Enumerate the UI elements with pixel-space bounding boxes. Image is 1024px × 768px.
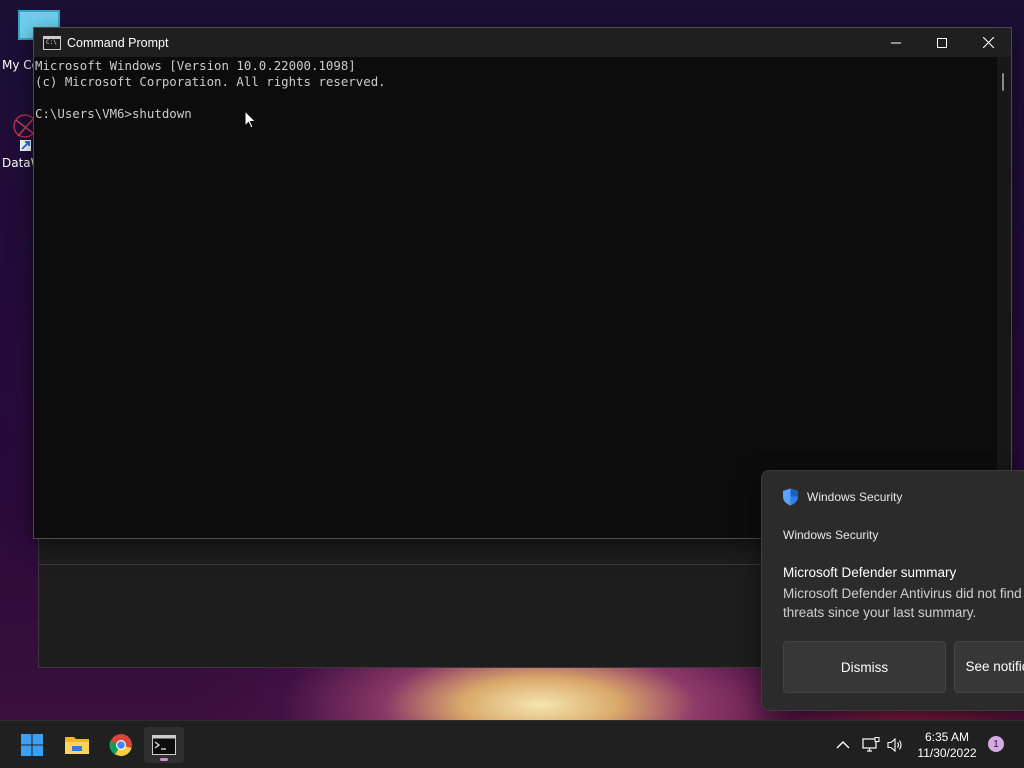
close-icon (982, 37, 994, 48)
network-button[interactable] (860, 721, 882, 768)
taskbar-command-prompt[interactable] (144, 727, 184, 763)
dismiss-button[interactable]: Dismiss (783, 641, 946, 693)
start-icon (21, 734, 43, 756)
minimize-icon (891, 42, 901, 43)
command-prompt-icon (152, 735, 176, 755)
volume-icon (887, 737, 902, 753)
command-prompt-window[interactable]: C:\ Command Prompt Microsoft Windows [Ve… (33, 27, 1012, 539)
taskbar-chrome[interactable] (101, 727, 141, 763)
console-output[interactable]: Microsoft Windows [Version 10.0.22000.10… (34, 57, 997, 538)
clock[interactable]: 6:35 AM 11/30/2022 (914, 729, 980, 761)
toast-message: Microsoft Defender Antivirus did not fin… (783, 586, 1022, 620)
title-bar[interactable]: C:\ Command Prompt (34, 28, 1011, 57)
network-icon (862, 737, 880, 752)
notification-count-badge[interactable]: 1 (988, 736, 1004, 752)
running-indicator (160, 758, 168, 761)
close-button[interactable] (965, 28, 1011, 57)
vertical-scrollbar[interactable] (997, 57, 1011, 538)
command-prompt-app-icon: C:\ (43, 35, 61, 50)
taskbar: 6:35 AM 11/30/2022 (0, 720, 1024, 768)
maximize-button[interactable] (919, 28, 965, 57)
start-button[interactable] (12, 727, 52, 763)
minimize-button[interactable] (873, 28, 919, 57)
notification-toast[interactable]: Windows Security Windows Security Micros… (761, 470, 1024, 711)
taskbar-file-explorer[interactable] (57, 727, 97, 763)
background-window (38, 535, 780, 668)
see-notifications-button[interactable]: See notifications (954, 641, 1024, 693)
chevron-up-icon (836, 741, 850, 749)
mouse-cursor-icon (244, 110, 257, 129)
console-line: (c) Microsoft Corporation. All rights re… (35, 74, 386, 89)
maximize-icon (937, 37, 947, 48)
toast-title: Microsoft Defender summary (783, 565, 957, 580)
shield-icon (783, 488, 798, 506)
show-hidden-icons-button[interactable] (832, 721, 854, 768)
window-title: Command Prompt (67, 35, 169, 50)
scrollbar-thumb[interactable] (1002, 73, 1004, 91)
console-line: Microsoft Windows [Version 10.0.22000.10… (35, 58, 356, 73)
console-prompt-line: C:\Users\VM6>shutdown (35, 106, 192, 121)
toast-header: Windows Security (782, 488, 902, 506)
clock-date: 11/30/2022 (917, 746, 977, 760)
toast-app-name: Windows Security (807, 490, 903, 504)
volume-button[interactable] (885, 721, 907, 768)
clock-time: 6:35 AM (924, 730, 970, 744)
chrome-icon (109, 734, 132, 757)
toast-subheader: Windows Security (783, 528, 879, 542)
file-explorer-icon (65, 737, 89, 754)
